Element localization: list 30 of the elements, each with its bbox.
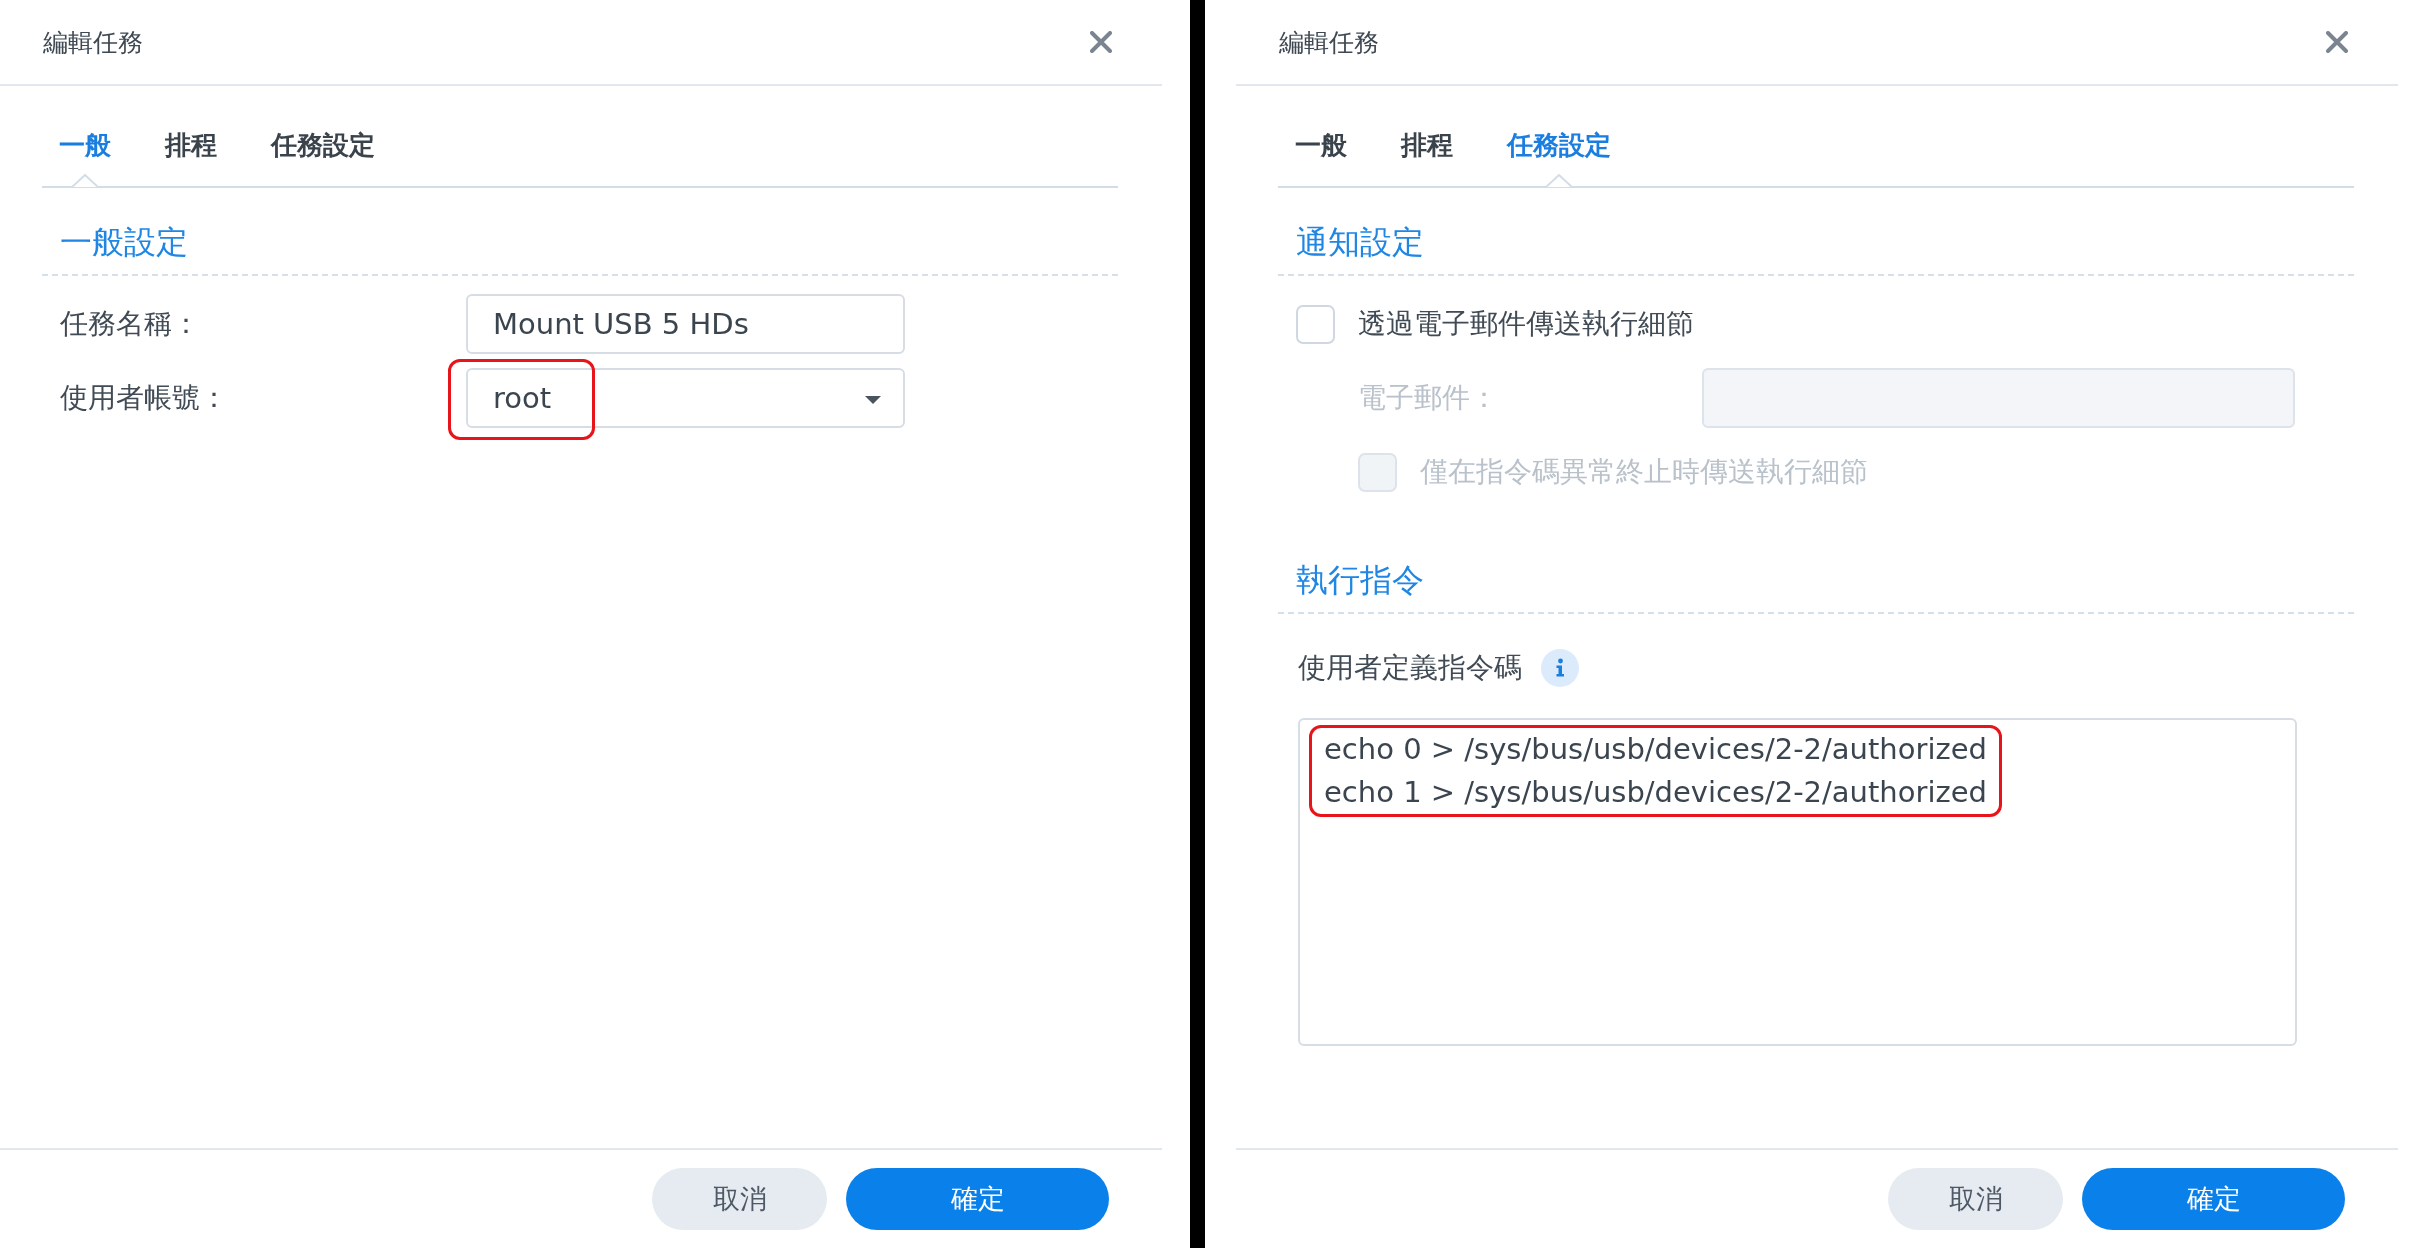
tab[interactable]: 排程: [148, 86, 234, 186]
dialog-title: 編輯任務: [1279, 26, 1379, 59]
text-input[interactable]: Mount USB 5 HDs: [466, 294, 905, 354]
script-textarea[interactable]: echo 0 > /sys/bus/usb/devices/2-2/authorized echo 1 > /sys/bus/usb/devices/2-2/authorized: [1298, 718, 2297, 1046]
tab[interactable]: 一般: [42, 86, 128, 186]
field-label: 任務名稱：: [60, 306, 201, 342]
caret-icon: [865, 396, 881, 404]
checkbox-label: 透過電子郵件傳送執行細節: [1358, 306, 1694, 342]
section-heading: 通知設定: [1296, 222, 1424, 262]
field-label: 電子郵件：: [1358, 380, 1499, 416]
tab[interactable]: 任務設定: [254, 86, 392, 186]
script-line: echo 0 > /sys/bus/usb/devices/2-2/authorized: [1324, 731, 1987, 768]
script-line: echo 1 > /sys/bus/usb/devices/2-2/authorized: [1324, 774, 1987, 811]
close-icon[interactable]: [2326, 31, 2348, 53]
section-heading: 執行指令: [1296, 560, 1424, 600]
tab[interactable]: 排程: [1384, 86, 1470, 186]
tab[interactable]: 一般: [1278, 86, 1364, 186]
primary-button[interactable]: 確定: [846, 1168, 1109, 1230]
secondary-button[interactable]: 取消: [1888, 1168, 2063, 1230]
close-icon[interactable]: [1090, 31, 1112, 53]
info-icon[interactable]: [1541, 649, 1579, 687]
dialog-title: 編輯任務: [43, 26, 143, 59]
tab[interactable]: 任務設定: [1490, 86, 1628, 186]
field-label: 使用者帳號：: [60, 380, 229, 416]
checkbox-label: 僅在指令碼異常終止時傳送執行細節: [1420, 454, 1868, 490]
checkbox[interactable]: [1296, 304, 1335, 344]
field-label: 使用者定義指令碼: [1298, 650, 1522, 686]
primary-button[interactable]: 確定: [2082, 1168, 2345, 1230]
section-heading: 一般設定: [60, 222, 188, 262]
secondary-button[interactable]: 取消: [652, 1168, 827, 1230]
